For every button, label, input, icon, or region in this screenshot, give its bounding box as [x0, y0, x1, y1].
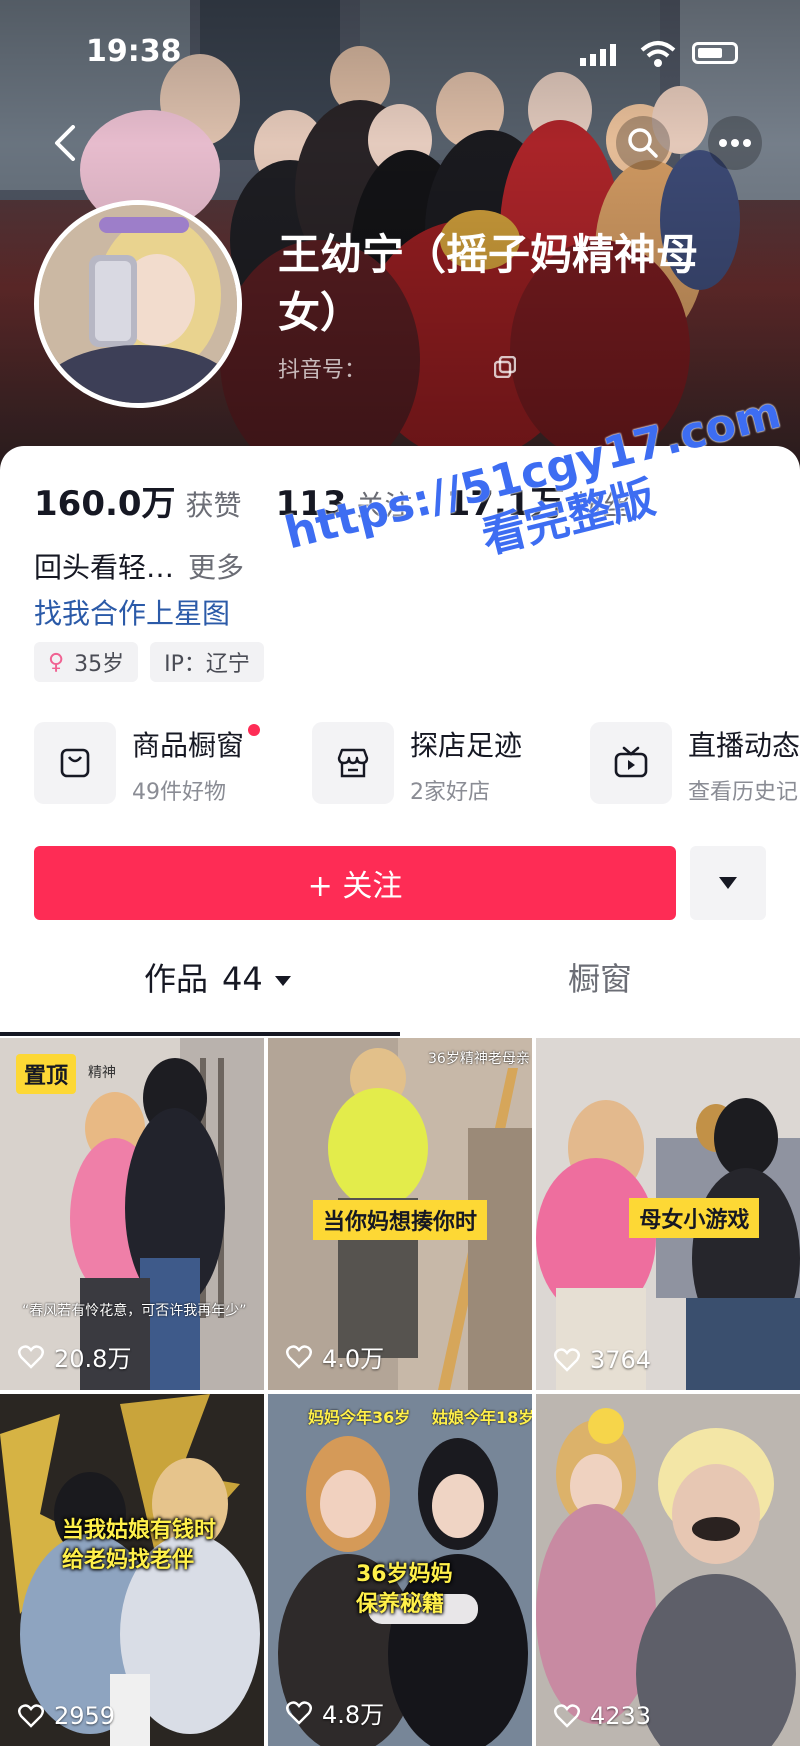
profile-name: 王幼宁（摇子妈精神母女） [278, 230, 699, 337]
service-store-visits-subtitle: 2家好店 [410, 780, 490, 805]
tab-works[interactable]: 作品 44 [144, 954, 291, 1000]
wifi-icon [640, 41, 676, 67]
service-store-visits-title: 探店足迹 [410, 729, 523, 762]
more-button[interactable] [708, 116, 762, 170]
service-shop-window[interactable]: 商品橱窗 49件好物 [34, 722, 260, 806]
bio: 回头看轻… 更多 [34, 546, 244, 586]
service-live-history-subtitle: 查看历史记 [688, 780, 799, 805]
profile-tags: ♀ 35岁 IP：辽宁 [34, 642, 276, 682]
video-likes-count: 2959 [54, 1702, 116, 1730]
notification-dot [248, 724, 260, 736]
video-likes-count: 3764 [590, 1346, 652, 1374]
tab-works-label: 作品 [144, 960, 209, 998]
copy-icon[interactable] [494, 356, 516, 378]
active-tab-indicator [0, 1032, 400, 1036]
signal-icon [580, 44, 616, 66]
content-tabs: 作品 44 橱窗 [0, 954, 800, 1020]
more-dots-icon [719, 139, 751, 147]
pinned-badge: 置顶 [16, 1054, 77, 1094]
stat-likes[interactable]: 160.0万 获赞 [34, 476, 242, 525]
tv-icon [590, 722, 672, 804]
tab-works-count: 44 [222, 960, 263, 998]
bio-text: 回头看轻… [34, 551, 175, 584]
chevron-left-icon [55, 125, 75, 161]
tab-shop-window[interactable]: 橱窗 [568, 954, 632, 1000]
heart-icon [554, 1704, 580, 1728]
video-top-text: 36岁精神老母亲 [428, 1051, 530, 1067]
video-caption: 母女小游戏 [629, 1198, 760, 1238]
video-item[interactable]: 36岁精神老母亲 当你妈想揍你时 4.0万 [268, 1038, 532, 1390]
female-icon: ♀ [48, 649, 65, 675]
heart-icon [554, 1348, 580, 1372]
video-item[interactable]: 妈妈今年36岁 姑娘今年18岁 36岁妈妈 保养秘籍 4.8万 [268, 1394, 532, 1746]
heart-icon [286, 1344, 312, 1369]
heart-icon [286, 1700, 312, 1725]
video-likes: 3764 [554, 1346, 651, 1374]
service-store-visits[interactable]: 探店足迹 2家好店 [312, 722, 522, 806]
bio-more-link[interactable]: 更多 [188, 551, 244, 584]
video-item[interactable]: 置顶 精神 “春风若有怜花意，可否许我再年少” 20.8万 [0, 1038, 264, 1390]
video-likes: 2959 [18, 1702, 115, 1730]
video-likes-count: 4.8万 [322, 1701, 385, 1729]
video-likes-count: 20.8万 [54, 1345, 132, 1373]
video-caption: 当你妈想揍你时 [312, 1200, 488, 1240]
heart-icon [18, 1344, 44, 1369]
avatar[interactable] [34, 200, 242, 408]
video-item[interactable]: 母女小游戏 3764 [536, 1038, 800, 1390]
service-shop-window-subtitle: 49件好物 [132, 780, 226, 805]
video-thumbnail [536, 1394, 800, 1746]
service-shop-window-title: 商品橱窗 [132, 729, 245, 762]
age-tag: ♀ 35岁 [34, 642, 139, 682]
service-live-history-title: 直播动态 [688, 729, 800, 762]
recommend-dropdown-button[interactable] [690, 846, 766, 920]
video-caption-line2: 保养秘籍 [356, 1592, 445, 1617]
video-top-left-text: 妈妈今年36岁 [308, 1408, 411, 1427]
search-icon [628, 128, 658, 158]
douyin-id-label: 抖音号： [278, 358, 367, 383]
bag-icon [34, 722, 116, 804]
video-caption-line1: 当我姑娘有钱时 [62, 1518, 217, 1543]
video-subtitle: “春风若有怜花意，可否许我再年少” [22, 1303, 247, 1319]
ip-tag: IP：辽宁 [150, 642, 264, 682]
video-corner-tag: 精神 [88, 1065, 116, 1081]
follow-button[interactable]: + 关注 [34, 846, 676, 920]
video-likes: 4.0万 [286, 1339, 384, 1374]
ip-tag-text: IP：辽宁 [164, 652, 250, 677]
video-likes: 20.8万 [18, 1339, 131, 1374]
video-caption-line1: 36岁妈妈 [356, 1562, 453, 1587]
video-likes-count: 4.0万 [322, 1345, 385, 1373]
status-bar: 19:38 [0, 30, 800, 80]
back-button[interactable] [38, 116, 92, 170]
services-row: 商品橱窗 49件好物 探店足迹 2家好店 直播动态 查看历史记 [34, 722, 800, 806]
video-item[interactable]: 当我姑娘有钱时 给老妈找老伴 2959 [0, 1394, 264, 1746]
status-time: 19:38 [86, 34, 182, 69]
video-item[interactable]: 4233 [536, 1394, 800, 1746]
video-caption-line2: 给老妈找老伴 [62, 1548, 195, 1573]
age-tag-text: 35岁 [74, 652, 125, 677]
stat-likes-value: 160.0万 [34, 484, 176, 524]
battery-icon [692, 42, 738, 64]
store-icon [312, 722, 394, 804]
service-live-history[interactable]: 直播动态 查看历史记 [590, 722, 800, 806]
cooperation-link[interactable]: 找我合作上星图 [34, 592, 230, 632]
search-button[interactable] [616, 116, 670, 170]
avatar-photo [39, 205, 237, 403]
sort-caret-icon[interactable] [274, 976, 291, 986]
video-likes-count: 4233 [590, 1702, 652, 1730]
video-likes: 4.8万 [286, 1695, 384, 1730]
video-top-right-text: 姑娘今年18岁 [432, 1408, 532, 1427]
heart-icon [18, 1704, 44, 1728]
caret-down-icon [719, 877, 737, 889]
video-likes: 4233 [554, 1702, 651, 1730]
profile-cover[interactable]: 19:38 王幼宁（摇子妈精神母女） 抖音号： [0, 0, 800, 480]
stat-likes-label: 获赞 [185, 489, 242, 522]
